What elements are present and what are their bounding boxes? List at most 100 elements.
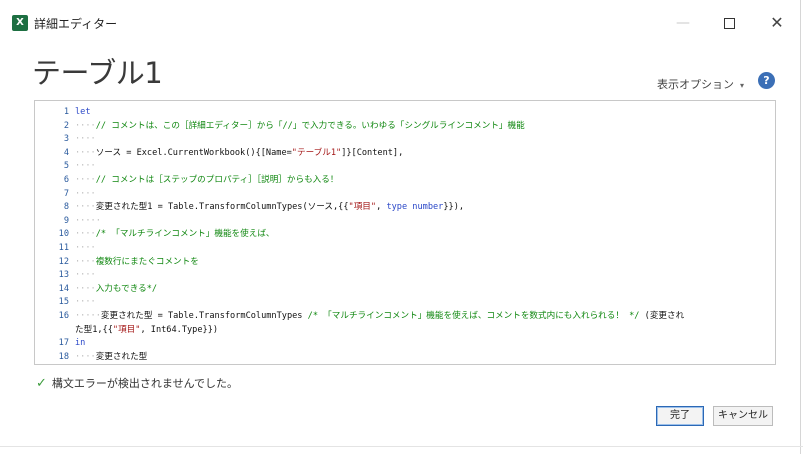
code-token: ····	[75, 175, 96, 185]
code-token: 入力もできる*/	[95, 283, 158, 294]
code-text: ····	[75, 241, 96, 255]
code-token: ····	[75, 243, 96, 253]
line-number: 15	[58, 297, 69, 308]
code-token: type number	[386, 202, 444, 213]
code-text: in	[75, 336, 85, 350]
advanced-editor-window: X 詳細エディター — ✕ テーブル1 表示オプション ▾ ? 1 let 2 ····…	[0, 0, 803, 454]
code-text: let	[75, 105, 91, 119]
code-token: ····	[75, 161, 96, 172]
code-token: ····	[75, 229, 96, 240]
line-number: 17	[58, 338, 69, 349]
code-token: // コメントは、この［詳細エディター］から「//」で入力できる。いわゆる「シン…	[95, 120, 525, 131]
code-token: ····	[75, 270, 96, 281]
line-number: 12	[58, 256, 69, 267]
code-line[interactable]: 4 ····ソース = Excel.CurrentWorkbook(){[Name…	[35, 146, 775, 160]
code-line[interactable]: 5 ····	[35, 159, 775, 173]
line-number: 8	[63, 202, 69, 213]
code-line[interactable]: 3 ····	[35, 132, 775, 146]
code-token: ,	[376, 202, 387, 213]
line-number: 13	[58, 270, 69, 281]
line-number: 11	[58, 243, 69, 253]
code-text: ····複数行にまたぐコメントを	[75, 255, 199, 269]
title-bar: X 詳細エディター — ✕	[0, 0, 803, 44]
code-text: ····	[75, 187, 96, 201]
code-text: ····// コメントは［ステップのプロパティ］［説明］からも入る！	[75, 173, 338, 187]
code-token: let	[75, 107, 91, 117]
code-text: ····入力もできる*/	[75, 282, 157, 296]
code-line[interactable]: 14 ····入力もできる*/	[35, 282, 775, 296]
code-token: た型1,{{	[75, 324, 113, 335]
code-token: (変更され	[639, 311, 685, 321]
code-token: ····	[75, 202, 96, 213]
code-token: ·····	[75, 215, 101, 226]
code-line[interactable]: 8 ····変更された型1 = Table.TransformColumnType…	[35, 200, 775, 214]
line-number: 10	[58, 229, 69, 240]
code-text: た型1,{{"項目", Int64.Type}})	[75, 323, 218, 337]
code-token: 変更された型1 = Table.TransformColumnTypes(ソース…	[95, 202, 349, 213]
line-number: 7	[63, 188, 69, 199]
code-text: ····	[75, 268, 96, 282]
code-token: ····	[75, 351, 96, 362]
code-line[interactable]: 18 ····変更された型	[35, 350, 775, 364]
code-token: ]}[Content],	[341, 147, 404, 158]
code-text: ····ソース = Excel.CurrentWorkbook(){[Name=…	[75, 146, 403, 160]
view-options-menu[interactable]: 表示オプション ▾	[657, 76, 744, 92]
view-options-label: 表示オプション	[657, 78, 734, 91]
cancel-button[interactable]: キャンセル	[713, 406, 773, 426]
code-line[interactable]: 10 ····/* 「マルチラインコメント」機能を使えば、	[35, 227, 775, 241]
code-text: ····// コメントは、この［詳細エディター］から「//」で入力できる。いわゆ…	[75, 119, 525, 133]
code-token: ····	[75, 120, 96, 131]
code-line[interactable]: 9 ·····	[35, 214, 775, 228]
check-icon: ✓	[36, 376, 47, 391]
code-token: ·····	[75, 311, 101, 321]
excel-app-icon: X	[12, 15, 28, 31]
query-name-heading: テーブル1	[32, 56, 163, 90]
code-line[interactable]: 13 ····	[35, 268, 775, 282]
code-line[interactable]: 1 let	[35, 105, 775, 119]
close-button[interactable]: ✕	[762, 10, 792, 36]
code-token: 変更された型 = Table.TransformColumnTypes	[100, 311, 308, 321]
done-button[interactable]: 完了	[656, 406, 704, 426]
chevron-down-icon: ▾	[740, 81, 745, 90]
code-line[interactable]: た型1,{{"項目", Int64.Type}})	[35, 323, 775, 337]
code-token: ソース = Excel.CurrentWorkbook(){[Name=	[95, 147, 292, 158]
code-editor[interactable]: 1 let 2 ····// コメントは、この［詳細エディター］から「//」で入力でき…	[34, 100, 776, 365]
help-icon[interactable]: ?	[758, 72, 775, 89]
line-number: 1	[63, 107, 69, 117]
line-number: 5	[63, 161, 69, 172]
code-line[interactable]: 17 in	[35, 336, 775, 350]
code-line[interactable]: 7 ····	[35, 187, 775, 201]
code-token: "項目"	[348, 202, 377, 213]
code-line[interactable]: 16 ·····変更された型 = Table.TransformColumnTyp…	[35, 309, 775, 323]
code-token: 複数行にまたぐコメントを	[95, 256, 199, 267]
syntax-status: ✓ 構文エラーが検出されませんでした。	[36, 375, 238, 391]
code-text: ·····	[75, 214, 101, 228]
line-number: 9	[63, 215, 69, 226]
code-text: ·····変更された型 = Table.TransformColumnTypes…	[75, 309, 684, 323]
code-line[interactable]: 12 ····複数行にまたぐコメントを	[35, 255, 775, 269]
code-line[interactable]: 11 ····	[35, 241, 775, 255]
window-border	[800, 0, 801, 454]
code-text: ····変更された型	[75, 350, 147, 364]
status-text: 構文エラーが検出されませんでした。	[51, 377, 239, 390]
code-token: ····	[75, 134, 96, 145]
code-line[interactable]: 2 ····// コメントは、この［詳細エディター］から「//」で入力できる。いわ…	[35, 119, 775, 133]
code-line[interactable]: 15 ····	[35, 295, 775, 309]
maximize-button[interactable]	[714, 10, 744, 36]
code-token: 変更された型	[95, 351, 148, 362]
code-token: "テーブル1"	[291, 147, 342, 158]
code-token: }}),	[443, 202, 465, 213]
minimize-button[interactable]: —	[668, 10, 698, 36]
code-line[interactable]: 6 ····// コメントは［ステップのプロパティ］［説明］からも入る！	[35, 173, 775, 187]
code-text: ····	[75, 295, 96, 309]
code-token: ····	[75, 147, 96, 158]
line-number: 4	[63, 147, 69, 158]
code-token: /* 「マルチラインコメント」機能を使えば、コメントを数式内にも入れられる！ *…	[307, 311, 640, 321]
code-token: "項目"	[112, 324, 141, 335]
line-number: 3	[63, 134, 69, 145]
code-text: ····	[75, 159, 96, 173]
maximize-icon	[723, 17, 735, 29]
line-number: 18	[58, 351, 69, 362]
code-token: // コメントは［ステップのプロパティ］［説明］からも入る！	[95, 175, 339, 185]
code-token: , Int64.Type}})	[140, 324, 219, 335]
